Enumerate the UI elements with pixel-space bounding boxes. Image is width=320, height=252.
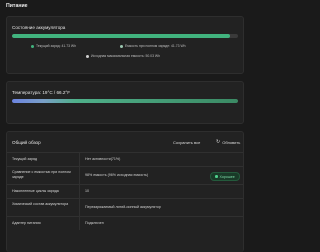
legend-label-full: Емкость при полном заряде: 41.73 Wh [125, 44, 186, 48]
row-value-capacity-compare: 98% емкость (96% исходная емкость) [85, 173, 149, 177]
legend-design-capacity: Исходная максимальная емкость: 50.03 Wh [86, 54, 160, 58]
legend-label-design: Исходная максимальная емкость: 50.03 Wh [91, 54, 160, 58]
legend-dot-current [31, 44, 34, 48]
overview-card: Общий обзор Сохранить все ↻ Обновить Тек… [6, 131, 244, 252]
temperature-bar [12, 99, 238, 103]
table-row: Текущий заряд Нет активности(71%) [7, 152, 243, 166]
temperature-heading: Температура: 19°C / 66.2°F [12, 90, 71, 95]
status-badge-label: Хорошее [219, 174, 235, 179]
row-value-current-charge: Нет активности(71%) [85, 157, 121, 161]
row-label-current-charge: Текущий заряд [12, 157, 38, 161]
row-value-adapter: Подключен [85, 221, 104, 225]
overview-header: Общий обзор Сохранить все ↻ Обновить [7, 132, 243, 152]
legend-label-current: Текущий заряд: 41.73 Wh [36, 44, 77, 48]
row-label-charge-cycles: Накопленные циклы заряда [12, 189, 59, 193]
table-row: Химический состав аккумулятора Перезаряж… [7, 198, 243, 216]
legend-current-charge: Текущий заряд: 41.73 Wh [31, 44, 76, 48]
row-label-capacity-compare: Сравнение с емкостью при полном заряде [12, 170, 71, 180]
battery-status-card: Состояние аккумулятора Текущий заряд: 41… [6, 16, 244, 74]
row-value-charge-cycles: 10 [85, 189, 89, 193]
temperature-fill [12, 99, 238, 103]
refresh-button[interactable]: ↻ Обновить [216, 139, 241, 146]
save-all-label: Сохранить все [173, 140, 201, 145]
battery-level-bar [12, 34, 238, 38]
table-row: Сравнение с емкостью при полном заряде 9… [7, 166, 243, 184]
status-dot-icon [215, 175, 218, 178]
overview-title: Общий обзор [12, 140, 41, 145]
refresh-label: Обновить [222, 140, 241, 145]
page-title: Питание [6, 3, 28, 9]
legend-full-capacity: Емкость при полном заряде: 41.73 Wh [120, 44, 186, 48]
overview-table: Текущий заряд Нет активности(71%) Сравне… [7, 152, 243, 230]
row-value-chemistry: Перезаряжаемый литий-ионный аккумулятор [85, 205, 161, 209]
legend-dot-full [120, 44, 123, 48]
battery-status-heading: Состояние аккумулятора [12, 25, 66, 30]
row-label-adapter: Адаптер питания [12, 221, 41, 225]
refresh-icon: ↻ [216, 139, 221, 145]
save-all-button[interactable]: Сохранить все [173, 140, 200, 145]
table-row: Накопленные циклы заряда 10 [7, 184, 243, 198]
status-badge: Хорошее [210, 172, 240, 181]
row-label-chemistry: Химический состав аккумулятора [12, 202, 69, 206]
table-row: Адаптер питания Подключен [7, 216, 243, 230]
battery-level-fill [12, 34, 231, 38]
temperature-card: Температура: 19°C / 66.2°F [6, 81, 244, 124]
legend-dot-design [86, 54, 89, 58]
